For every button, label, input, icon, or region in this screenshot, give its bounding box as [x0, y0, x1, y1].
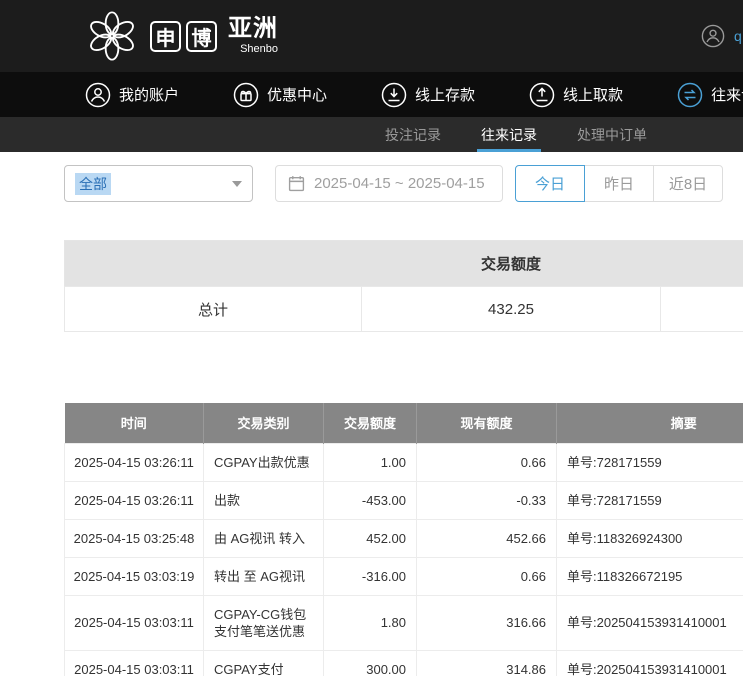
brand-char-2: 博	[186, 21, 217, 52]
cell-memo: 单号:118326924300	[557, 519, 743, 557]
cell-time: 2025-04-15 03:26:11	[65, 481, 204, 519]
nav-item-2[interactable]: 线上存款	[381, 82, 475, 108]
nav-item-label: 线上存款	[415, 84, 475, 105]
tab-0[interactable]: 投注记录	[385, 117, 441, 152]
nav-item-1[interactable]: 优惠中心	[233, 82, 327, 108]
cell-amount: 1.00	[324, 443, 417, 481]
summary-header-empty	[65, 241, 362, 287]
tab-1[interactable]: 往来记录	[481, 117, 537, 152]
viewport: 申 博 亚洲 Shenbo q 我的账户优惠中心线上存款线上取款往	[0, 0, 743, 676]
table-row: 2025-04-15 03:03:11CGPAY-CG钱包支付笔笔送优惠1.80…	[65, 595, 743, 650]
cell-amount: 1.80	[324, 595, 417, 650]
column-header-time: 时间	[65, 403, 204, 443]
cell-balance: 0.66	[417, 443, 557, 481]
cell-memo: 单号:202504153931410001	[557, 595, 743, 650]
account-avatar-icon	[701, 24, 725, 48]
cell-time: 2025-04-15 03:25:48	[65, 519, 204, 557]
main-nav: 我的账户 优惠中心 线上存款 线上取款 往来记录	[0, 72, 743, 117]
chevron-down-icon	[232, 181, 242, 187]
brand-subtitle: Shenbo	[240, 44, 278, 55]
top-brand-bar: 申 博 亚洲 Shenbo q	[0, 0, 743, 72]
cell-memo: 单号:202504153931410001	[557, 650, 743, 676]
cell-time: 2025-04-15 03:03:11	[65, 595, 204, 650]
promo-icon	[233, 82, 259, 108]
page: 申 博 亚洲 Shenbo q 我的账户优惠中心线上存款线上取款往	[0, 0, 743, 676]
username-text: q	[734, 28, 742, 44]
summary-total-row: 总计 432.25	[65, 287, 743, 332]
column-header-balance: 现有额度	[417, 403, 557, 443]
column-header-memo: 摘要	[557, 403, 743, 443]
cell-amount: -453.00	[324, 481, 417, 519]
records-subnav: 投注记录 往来记录 处理中订单	[0, 117, 743, 152]
table-row: 2025-04-15 03:26:11CGPAY出款优惠1.000.66单号:7…	[65, 443, 743, 481]
nav-item-3[interactable]: 线上取款	[529, 82, 623, 108]
summary-total-value: 432.25	[362, 287, 661, 332]
table-row: 2025-04-15 03:03:19转出 至 AG视讯-316.000.66单…	[65, 557, 743, 595]
content: 全部 2025-04-15 ~ 2025-04-15 今日昨日近8日	[64, 165, 743, 676]
transactions-table: 时间交易类别交易额度现有额度摘要 2025-04-15 03:26:11CGPA…	[64, 403, 743, 676]
nav-item-label: 线上取款	[563, 84, 623, 105]
nav-item-0[interactable]: 我的账户	[85, 82, 179, 108]
brand-char-1: 申	[150, 21, 181, 52]
cell-type: CGPAY出款优惠	[204, 443, 324, 481]
cell-time: 2025-04-15 03:26:11	[65, 443, 204, 481]
calendar-icon	[288, 175, 305, 192]
cell-memo: 单号:728171559	[557, 481, 743, 519]
nav-item-label: 往来记录	[711, 84, 743, 105]
date-range-value: 2025-04-15 ~ 2025-04-15	[314, 175, 485, 192]
cell-memo: 单号:118326672195	[557, 557, 743, 595]
cell-type: CGPAY支付	[204, 650, 324, 676]
table-row: 2025-04-15 03:25:48由 AG视讯 转入452.00452.66…	[65, 519, 743, 557]
summary-header-amount: 交易额度	[362, 241, 661, 287]
column-header-amount: 交易额度	[324, 403, 417, 443]
nav-item-4[interactable]: 往来记录	[677, 82, 743, 108]
filter-bar: 全部 2025-04-15 ~ 2025-04-15 今日昨日近8日	[64, 165, 743, 202]
cell-balance: 314.86	[417, 650, 557, 676]
cell-time: 2025-04-15 03:03:19	[65, 557, 204, 595]
date-range-picker[interactable]: 2025-04-15 ~ 2025-04-15	[275, 165, 503, 202]
cell-time: 2025-04-15 03:03:11	[65, 650, 204, 676]
transactions-head-row: 时间交易类别交易额度现有额度摘要	[65, 403, 743, 443]
records-icon	[677, 82, 703, 108]
cell-amount: 300.00	[324, 650, 417, 676]
cell-type: 出款	[204, 481, 324, 519]
cell-amount: -316.00	[324, 557, 417, 595]
quick-date-button-1[interactable]: 昨日	[584, 165, 654, 202]
quick-date-buttons: 今日昨日近8日	[515, 165, 723, 202]
cell-balance: 452.66	[417, 519, 557, 557]
nav-item-label: 优惠中心	[267, 84, 327, 105]
deposit-icon	[381, 82, 407, 108]
cell-type: CGPAY-CG钱包支付笔笔送优惠	[204, 595, 324, 650]
summary-table: 交易额度 总计 432.25	[64, 240, 743, 332]
cell-memo: 单号:728171559	[557, 443, 743, 481]
cell-balance: 0.66	[417, 557, 557, 595]
cell-balance: 316.66	[417, 595, 557, 650]
summary-header-row: 交易额度	[65, 241, 743, 287]
flower-logo-icon	[85, 9, 139, 63]
summary-total-label: 总计	[65, 287, 362, 332]
summary-total-empty	[661, 287, 743, 332]
brand-logo[interactable]: 申 博 亚洲 Shenbo	[85, 9, 278, 63]
brand-region-block: 亚洲 Shenbo	[228, 17, 278, 55]
summary-header-empty-2	[661, 241, 743, 287]
cell-amount: 452.00	[324, 519, 417, 557]
cell-type: 转出 至 AG视讯	[204, 557, 324, 595]
table-row: 2025-04-15 03:03:11CGPAY支付300.00314.86单号…	[65, 650, 743, 676]
tab-2[interactable]: 处理中订单	[577, 117, 647, 152]
transactions-tbody: 2025-04-15 03:26:11CGPAY出款优惠1.000.66单号:7…	[65, 443, 743, 676]
cell-type: 由 AG视讯 转入	[204, 519, 324, 557]
brand-region-text: 亚洲	[228, 17, 278, 41]
user-icon	[85, 82, 111, 108]
table-row: 2025-04-15 03:26:11出款-453.00-0.33单号:7281…	[65, 481, 743, 519]
brand-name-boxes: 申 博	[150, 21, 217, 52]
category-dropdown-value: 全部	[75, 173, 111, 195]
category-dropdown[interactable]: 全部	[64, 165, 253, 202]
withdraw-icon	[529, 82, 555, 108]
nav-item-label: 我的账户	[119, 84, 179, 105]
quick-date-button-0[interactable]: 今日	[515, 165, 585, 202]
user-account-area[interactable]: q	[701, 24, 742, 48]
quick-date-button-2[interactable]: 近8日	[653, 165, 723, 202]
cell-balance: -0.33	[417, 481, 557, 519]
column-header-type: 交易类别	[204, 403, 324, 443]
